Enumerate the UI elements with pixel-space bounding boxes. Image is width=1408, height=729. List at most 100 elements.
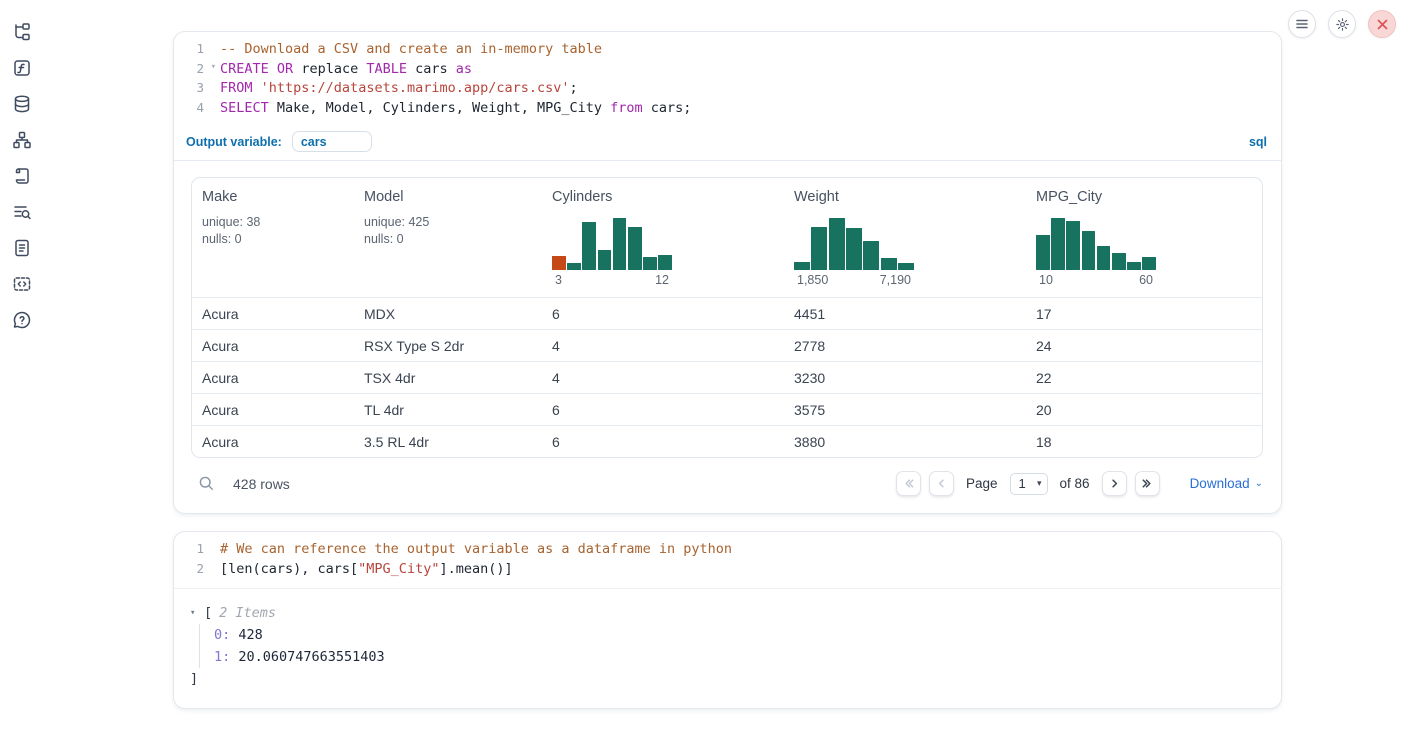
histogram-bar[interactable] bbox=[1112, 253, 1126, 271]
column-name: Weight bbox=[794, 189, 1018, 205]
hamburger-menu-icon[interactable] bbox=[1288, 10, 1316, 38]
histogram-bar[interactable] bbox=[1082, 231, 1096, 270]
line-number: 2 bbox=[174, 561, 204, 576]
histogram-bar[interactable] bbox=[881, 258, 897, 270]
table-cell: 3880 bbox=[784, 426, 1026, 457]
histogram-bar[interactable] bbox=[643, 257, 657, 270]
column-header-make[interactable]: Makeunique: 38nulls: 0 bbox=[192, 178, 354, 297]
last-page-button[interactable] bbox=[1135, 471, 1160, 496]
page-select[interactable]: 1 ▾ bbox=[1010, 473, 1048, 495]
histogram-bar[interactable] bbox=[613, 218, 627, 270]
download-button[interactable]: Download ⌄ bbox=[1190, 476, 1263, 491]
first-page-button[interactable] bbox=[896, 471, 921, 496]
table-cell: TSX 4dr bbox=[354, 362, 542, 393]
histogram-bar[interactable] bbox=[1097, 246, 1111, 270]
prev-page-button[interactable] bbox=[929, 471, 954, 496]
left-sidebar bbox=[0, 0, 44, 729]
code-content: SELECT Make, Model, Cylinders, Weight, M… bbox=[220, 100, 691, 116]
line-number: 3 bbox=[174, 80, 204, 95]
logs-search-icon[interactable] bbox=[12, 202, 32, 222]
histogram-bar[interactable] bbox=[658, 255, 672, 270]
histogram-bar[interactable] bbox=[567, 263, 581, 270]
column-header-mpg_city[interactable]: MPG_City1060 bbox=[1026, 178, 1262, 297]
code-line[interactable]: 1-- Download a CSV and create an in-memo… bbox=[174, 41, 1281, 61]
snippets-code-icon[interactable] bbox=[12, 274, 32, 294]
table-row[interactable]: AcuraMDX6445117 bbox=[192, 297, 1262, 329]
table-row[interactable]: Acura3.5 RL 4dr6388018 bbox=[192, 425, 1262, 457]
histogram-bar[interactable] bbox=[811, 227, 827, 270]
cell-gap bbox=[173, 514, 1282, 531]
table-cell: 18 bbox=[1026, 426, 1262, 457]
functions-icon[interactable] bbox=[12, 58, 32, 78]
tree-children: 0: 4281: 20.060747663551403 bbox=[199, 624, 1267, 668]
code-content: [len(cars), cars["MPG_City"].mean()] bbox=[220, 561, 513, 577]
dataframe-table: Makeunique: 38nulls: 0Modelunique: 425nu… bbox=[191, 177, 1263, 458]
column-name: Cylinders bbox=[552, 189, 776, 205]
sql-code-editor[interactable]: 1-- Download a CSV and create an in-memo… bbox=[174, 32, 1281, 126]
search-icon[interactable] bbox=[198, 475, 215, 492]
line-number: 1 bbox=[174, 541, 204, 556]
histogram-bar[interactable] bbox=[846, 228, 862, 270]
code-line[interactable]: 3FROM 'https://datasets.marimo.app/cars.… bbox=[174, 80, 1281, 100]
histogram-bar[interactable] bbox=[1051, 218, 1065, 270]
histogram-bar[interactable] bbox=[829, 218, 845, 270]
column-header-cylinders[interactable]: Cylinders312 bbox=[542, 178, 784, 297]
file-tree-icon[interactable] bbox=[12, 22, 32, 42]
histogram-bar[interactable] bbox=[628, 227, 642, 271]
scratchpad-scroll-icon[interactable] bbox=[12, 166, 32, 186]
python-code-editor[interactable]: 1 # We can reference the output variable … bbox=[174, 532, 1281, 587]
table-cell: 6 bbox=[542, 394, 784, 425]
rows-count: 428 rows bbox=[233, 476, 290, 492]
histogram-bar[interactable] bbox=[1036, 235, 1050, 271]
histogram-bar[interactable] bbox=[1127, 262, 1141, 270]
column-histogram bbox=[794, 218, 914, 270]
pagination: Page 1 ▾ of 86 Download ⌄ bbox=[896, 471, 1263, 496]
output-variable-input[interactable] bbox=[292, 131, 372, 152]
fold-chevron-icon[interactable]: ▾ bbox=[211, 62, 216, 72]
database-icon[interactable] bbox=[12, 94, 32, 114]
chevron-down-icon[interactable]: ▾ bbox=[190, 602, 204, 624]
histogram-bar[interactable] bbox=[898, 263, 914, 271]
table-cell: 22 bbox=[1026, 362, 1262, 393]
documentation-icon[interactable] bbox=[12, 238, 32, 258]
code-line[interactable]: 1 # We can reference the output variable … bbox=[174, 541, 1281, 561]
tree-entry: 0: 428 bbox=[214, 624, 1267, 646]
code-content: CREATE OR replace TABLE cars as bbox=[220, 61, 472, 77]
tree-entry-key: 1: bbox=[214, 649, 238, 665]
tree-entry-key: 0: bbox=[214, 627, 238, 643]
dependency-graph-icon[interactable] bbox=[12, 130, 32, 150]
histogram-bar[interactable] bbox=[794, 262, 810, 270]
help-icon[interactable] bbox=[12, 310, 32, 330]
language-tag[interactable]: sql bbox=[1249, 135, 1267, 149]
code-line[interactable]: 4SELECT Make, Model, Cylinders, Weight, … bbox=[174, 100, 1281, 120]
histogram-axis-labels: 1,8507,190 bbox=[794, 270, 914, 287]
column-header-weight[interactable]: Weight 1,8507,190 bbox=[784, 178, 1026, 297]
code-content: # We can reference the output variable a… bbox=[220, 541, 732, 557]
table-cell: MDX bbox=[354, 298, 542, 329]
table-cell: Acura bbox=[192, 426, 354, 457]
notebook: 1-- Download a CSV and create an in-memo… bbox=[173, 31, 1282, 709]
sql-output: Makeunique: 38nulls: 0Modelunique: 425nu… bbox=[174, 161, 1281, 458]
gear-icon[interactable] bbox=[1328, 10, 1356, 38]
column-stats: unique: 425nulls: 0 bbox=[364, 214, 534, 247]
chevron-down-icon: ▾ bbox=[1037, 478, 1042, 489]
table-cell: 4451 bbox=[784, 298, 1026, 329]
table-row[interactable]: AcuraTL 4dr6357520 bbox=[192, 393, 1262, 425]
code-line[interactable]: 2 [len(cars), cars["MPG_City"].mean()] bbox=[174, 561, 1281, 581]
close-icon[interactable] bbox=[1368, 10, 1396, 38]
column-name: MPG_City bbox=[1036, 189, 1254, 205]
next-page-button[interactable] bbox=[1102, 471, 1127, 496]
histogram-bar[interactable] bbox=[598, 250, 612, 271]
column-header-model[interactable]: Modelunique: 425nulls: 0 bbox=[354, 178, 542, 297]
tree-close-bracket: ] bbox=[190, 668, 1267, 690]
table-row[interactable]: AcuraRSX Type S 2dr4277824 bbox=[192, 329, 1262, 361]
histogram-bar[interactable] bbox=[863, 241, 879, 270]
histogram-bar[interactable] bbox=[1066, 221, 1080, 270]
table-cell: 4 bbox=[542, 330, 784, 361]
tree-entry: 1: 20.060747663551403 bbox=[214, 646, 1267, 668]
histogram-bar[interactable] bbox=[1142, 257, 1156, 270]
histogram-bar[interactable] bbox=[552, 256, 566, 270]
table-row[interactable]: AcuraTSX 4dr4323022 bbox=[192, 361, 1262, 393]
code-line[interactable]: 2▾CREATE OR replace TABLE cars as bbox=[174, 61, 1281, 81]
histogram-bar[interactable] bbox=[582, 222, 596, 271]
